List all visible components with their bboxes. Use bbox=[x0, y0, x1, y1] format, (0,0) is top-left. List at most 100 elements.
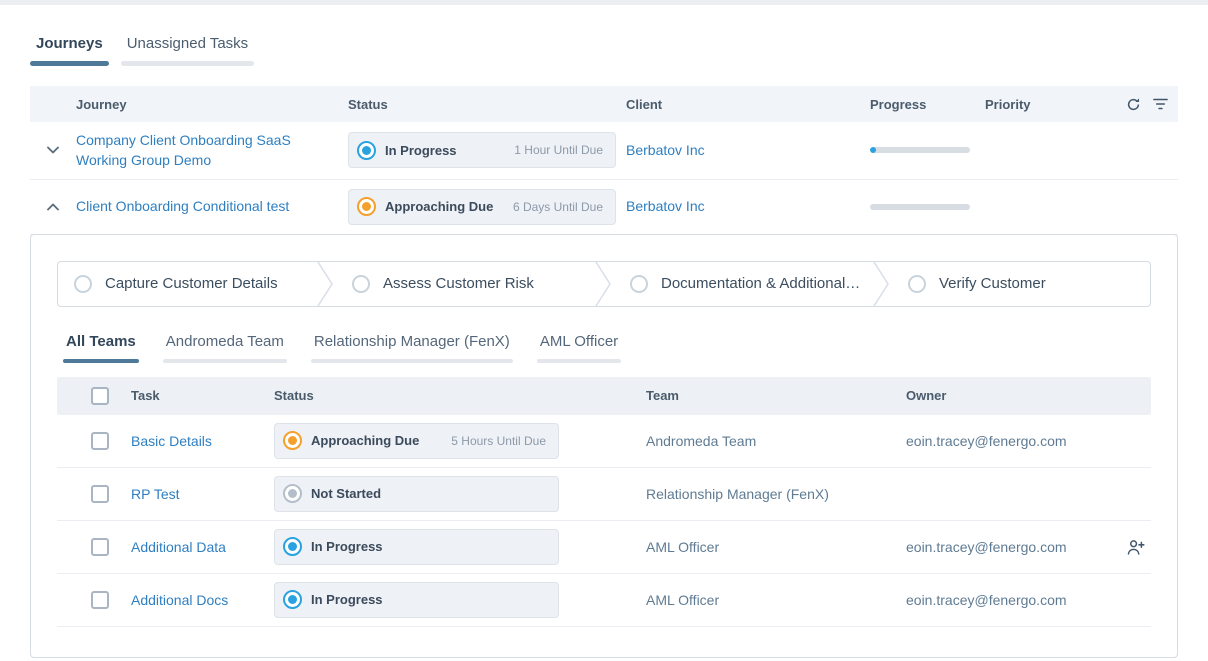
client-link[interactable]: Berbatov Inc bbox=[626, 142, 705, 158]
stage-label: Documentation & Additional D… bbox=[661, 275, 872, 292]
status-label: Not Started bbox=[311, 486, 381, 501]
stage-separator-icon bbox=[872, 262, 892, 306]
tab-relationship-manager[interactable]: Relationship Manager (FenX) bbox=[311, 333, 513, 363]
stage-assess-customer-risk[interactable]: Assess Customer Risk bbox=[336, 262, 594, 306]
in-progress-icon bbox=[283, 590, 302, 609]
status-badge: Not Started bbox=[274, 476, 559, 512]
tab-andromeda-team[interactable]: Andromeda Team bbox=[163, 333, 287, 363]
task-link[interactable]: RP Test bbox=[131, 486, 180, 502]
client-link[interactable]: Berbatov Inc bbox=[626, 198, 705, 214]
task-row: Additional Docs In Progress AML Officer … bbox=[57, 574, 1151, 627]
status-label: Approaching Due bbox=[385, 199, 493, 214]
stage-status-icon bbox=[74, 275, 92, 293]
row-checkbox[interactable] bbox=[91, 432, 109, 450]
team-tab-label: Andromeda Team bbox=[163, 333, 287, 350]
col-status: Status bbox=[348, 97, 626, 112]
chevron-down-icon[interactable] bbox=[43, 142, 63, 158]
tab-unassigned-tasks[interactable]: Unassigned Tasks bbox=[121, 35, 254, 66]
chevron-up-icon[interactable] bbox=[43, 199, 63, 215]
team-tab-underline bbox=[537, 359, 621, 363]
team-cell: AML Officer bbox=[646, 539, 906, 555]
tab-all-teams[interactable]: All Teams bbox=[63, 333, 139, 363]
journey-row: Company Client Onboarding SaaS Working G… bbox=[30, 122, 1178, 180]
person-add-icon[interactable] bbox=[1126, 539, 1145, 555]
stage-documentation-additional[interactable]: Documentation & Additional D… bbox=[614, 262, 872, 306]
tab-journeys-underline bbox=[30, 61, 109, 66]
status-badge: In Progress bbox=[274, 529, 559, 565]
filter-icon[interactable] bbox=[1153, 97, 1168, 111]
col-status: Status bbox=[274, 388, 646, 403]
stage-breadcrumb: Capture Customer Details Assess Customer… bbox=[57, 261, 1151, 307]
approaching-due-icon bbox=[357, 197, 376, 216]
team-tabs: All Teams Andromeda Team Relationship Ma… bbox=[63, 333, 1151, 363]
col-task: Task bbox=[131, 388, 274, 403]
col-priority: Priority bbox=[985, 97, 1115, 112]
team-tab-label: All Teams bbox=[63, 333, 139, 350]
team-cell: AML Officer bbox=[646, 592, 906, 608]
row-checkbox[interactable] bbox=[91, 591, 109, 609]
stage-separator-icon bbox=[316, 262, 336, 306]
team-tab-underline bbox=[63, 359, 139, 363]
not-started-icon bbox=[283, 484, 302, 503]
col-team: Team bbox=[646, 388, 906, 403]
top-strip bbox=[0, 0, 1208, 5]
owner-cell: eoin.tracey@fenergo.com bbox=[906, 592, 1111, 608]
journey-table-header: Journey Status Client Progress Priority bbox=[30, 86, 1178, 122]
tab-journeys[interactable]: Journeys bbox=[30, 35, 109, 66]
stage-status-icon bbox=[352, 275, 370, 293]
team-tab-label: AML Officer bbox=[537, 333, 621, 350]
team-cell: Andromeda Team bbox=[646, 433, 906, 449]
journey-link[interactable]: Client Onboarding Conditional test bbox=[76, 198, 289, 214]
task-link[interactable]: Additional Docs bbox=[131, 592, 228, 608]
select-all-checkbox[interactable] bbox=[91, 387, 109, 405]
stage-label: Assess Customer Risk bbox=[383, 275, 542, 292]
status-label: In Progress bbox=[311, 539, 383, 554]
col-progress: Progress bbox=[870, 97, 985, 112]
team-tab-underline bbox=[163, 359, 287, 363]
team-cell: Relationship Manager (FenX) bbox=[646, 486, 906, 502]
stage-verify-customer[interactable]: Verify Customer bbox=[892, 262, 1150, 306]
tab-journeys-label: Journeys bbox=[30, 35, 109, 52]
tab-aml-officer[interactable]: AML Officer bbox=[537, 333, 621, 363]
status-badge: Approaching Due 5 Hours Until Due bbox=[274, 423, 559, 459]
owner-cell: eoin.tracey@fenergo.com bbox=[906, 433, 1111, 449]
task-table: Task Status Team Owner Basic Details App… bbox=[57, 377, 1151, 657]
due-label: 1 Hour Until Due bbox=[514, 143, 603, 157]
due-label: 6 Days Until Due bbox=[513, 200, 603, 214]
status-badge: In Progress 1 Hour Until Due bbox=[348, 132, 616, 168]
team-tab-label: Relationship Manager (FenX) bbox=[311, 333, 513, 350]
task-row: Additional Data In Progress AML Officer … bbox=[57, 521, 1151, 574]
team-tab-underline bbox=[311, 359, 513, 363]
progress-bar bbox=[870, 204, 970, 210]
stage-separator-icon bbox=[594, 262, 614, 306]
task-link[interactable]: Additional Data bbox=[131, 539, 226, 555]
row-checkbox[interactable] bbox=[91, 485, 109, 503]
approaching-due-icon bbox=[283, 431, 302, 450]
journey-row: Client Onboarding Conditional test Appro… bbox=[30, 180, 1178, 235]
col-client: Client bbox=[626, 97, 870, 112]
in-progress-icon bbox=[283, 537, 302, 556]
owner-cell: eoin.tracey@fenergo.com bbox=[906, 539, 1111, 555]
task-table-header: Task Status Team Owner bbox=[57, 377, 1151, 415]
stage-status-icon bbox=[908, 275, 926, 293]
status-label: Approaching Due bbox=[311, 433, 419, 448]
col-journey: Journey bbox=[76, 97, 348, 112]
row-checkbox[interactable] bbox=[91, 538, 109, 556]
task-row: Basic Details Approaching Due 5 Hours Un… bbox=[57, 415, 1151, 468]
stage-status-icon bbox=[630, 275, 648, 293]
progress-bar bbox=[870, 147, 970, 153]
stage-label: Verify Customer bbox=[939, 275, 1054, 292]
status-badge: In Progress bbox=[274, 582, 559, 618]
journey-table: Journey Status Client Progress Priority bbox=[30, 86, 1178, 658]
due-label: 5 Hours Until Due bbox=[451, 434, 546, 448]
task-row: RP Test Not Started Relationship Manager… bbox=[57, 468, 1151, 521]
journey-detail-panel: Capture Customer Details Assess Customer… bbox=[30, 234, 1178, 658]
status-label: In Progress bbox=[311, 592, 383, 607]
task-link[interactable]: Basic Details bbox=[131, 433, 212, 449]
stage-label: Capture Customer Details bbox=[105, 275, 286, 292]
main-tabs: Journeys Unassigned Tasks bbox=[30, 35, 1178, 66]
status-label: In Progress bbox=[385, 143, 457, 158]
refresh-icon[interactable] bbox=[1126, 97, 1141, 112]
journey-link[interactable]: Company Client Onboarding SaaS Working G… bbox=[76, 132, 291, 168]
stage-capture-customer-details[interactable]: Capture Customer Details bbox=[58, 262, 316, 306]
